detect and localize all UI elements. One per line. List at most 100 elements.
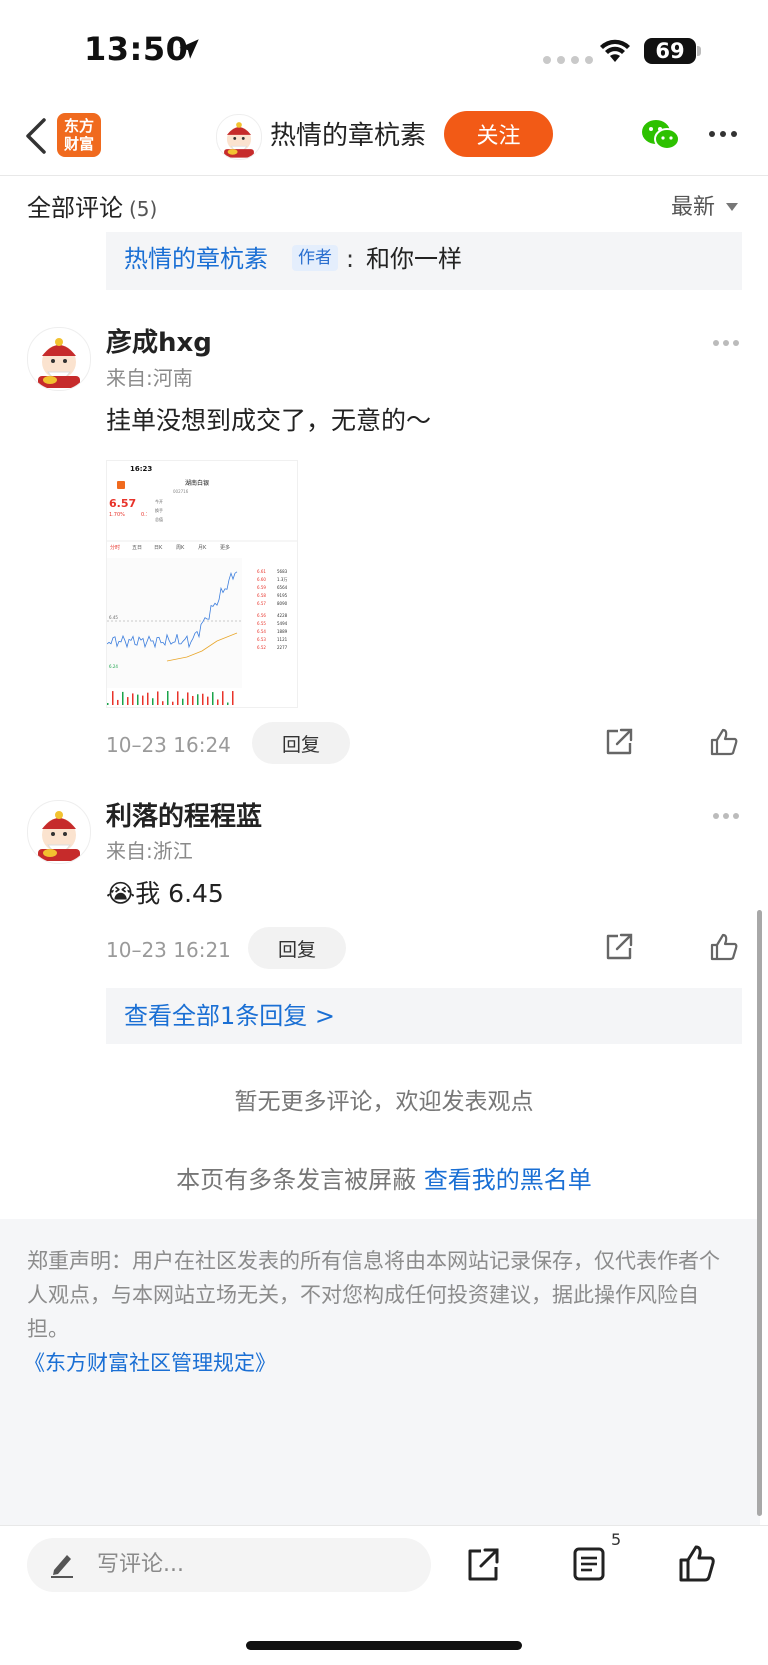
reply-separator: : (346, 245, 355, 273)
share-icon[interactable] (604, 932, 634, 962)
signal-icon (543, 56, 593, 64)
commenter-name[interactable]: 利落的程程蓝 (106, 799, 262, 835)
shot-volume-bar (212, 692, 214, 705)
disclaimer-text: 郑重声明：用户在社区发表的所有信息将由本网站记录保存，仅代表作者个人观点，与本网… (27, 1249, 720, 1341)
shot-orderbook-price: 6.54 (257, 629, 266, 634)
shot-volume-bar (137, 694, 139, 705)
author-avatar[interactable] (216, 114, 262, 160)
shot-orderbook-volume: 6564 (277, 585, 288, 590)
shot-volume-bar (122, 691, 124, 705)
app-logo-line1: 东方 (63, 117, 94, 135)
comment-time: 10–23 16:21 (106, 938, 231, 962)
reply-text: 和你一样 (366, 245, 462, 273)
reply-button[interactable]: 回复 (248, 927, 346, 969)
comment-time: 10–23 16:24 (106, 733, 231, 757)
comment-input-placeholder[interactable]: 写评论... (97, 1547, 184, 1583)
thumbs-up-icon[interactable] (709, 932, 739, 962)
more-dots-icon[interactable] (708, 127, 738, 141)
scrollbar[interactable] (757, 910, 762, 1516)
sort-caret-icon[interactable] (726, 203, 738, 211)
commenter-location: 来自:河南 (106, 366, 193, 390)
shot-volume-bar (177, 691, 179, 705)
bottom-divider (0, 1525, 768, 1526)
battery-indicator: 69 (644, 38, 696, 64)
follow-button[interactable]: 关注 (444, 111, 553, 157)
author-badge: 作者 (292, 245, 338, 271)
svg-text:换手: 换手 (155, 507, 163, 513)
community-rules-link[interactable]: 《东方财富社区管理规定》 (24, 1346, 276, 1380)
shot-stock-code: 002716 (173, 489, 189, 494)
wechat-icon[interactable] (641, 118, 681, 152)
share-icon[interactable] (466, 1545, 500, 1583)
share-icon[interactable] (604, 727, 634, 757)
shot-tab: 日K (154, 545, 163, 551)
shot-volume-bar (172, 701, 174, 705)
shot-tab: 五日 (132, 545, 142, 551)
wifi-icon (600, 39, 630, 62)
comment-count-badge: 5 (611, 1530, 622, 1549)
reply-author[interactable]: 热情的章杭素 (124, 241, 268, 277)
shot-orderbook-price: 6.53 (257, 637, 266, 642)
shot-volume-bar (192, 695, 194, 705)
comments-count: (5) (129, 197, 158, 221)
shot-price: 6.57 (109, 497, 136, 510)
commenter-avatar[interactable] (27, 327, 91, 391)
shot-volume-bar (152, 698, 154, 705)
nav-title: 热情的章杭素 (270, 121, 427, 151)
fortune-god-avatar-icon (38, 811, 80, 861)
svg-text:今开: 今开 (155, 498, 163, 504)
shot-volume-bar (222, 691, 224, 705)
sort-selector[interactable]: 最新 (671, 190, 715, 226)
home-indicator (246, 1641, 522, 1650)
shot-mid-label: 6.45 (109, 615, 118, 620)
thumbs-up-icon[interactable] (678, 1543, 716, 1583)
shot-orderbook-volume: 1889 (277, 629, 288, 634)
commenter-name[interactable]: 彦成hxg (106, 325, 212, 361)
shot-orderbook-price: 6.56 (257, 613, 266, 618)
shot-tab: 周K (176, 545, 185, 551)
app-logo[interactable]: 东方 财富 (57, 113, 101, 157)
shot-volume-bar (197, 694, 199, 705)
comment-input[interactable] (27, 1538, 431, 1592)
comment-text: 挂单没想到成交了，无意的～ (106, 406, 432, 435)
shot-orderbook-volume: 1.3万 (277, 577, 287, 582)
comment-more-icon[interactable] (712, 812, 740, 820)
comment-image[interactable]: 16:23 湖南白银 002716 6.57 1.70% 0.11 今开 换手 总值… (106, 460, 298, 708)
blocked-notice: 本页有多条发言被屏蔽 查看我的黑名单 (0, 1161, 768, 1199)
shot-volume-bar (182, 698, 184, 705)
nav-divider (0, 175, 768, 176)
comment-text: 😭我 6.45 (106, 875, 224, 913)
shot-tab: 更多 (220, 544, 230, 551)
reply-button[interactable]: 回复 (252, 722, 350, 764)
no-more-comments: 暂无更多评论，欢迎发表观点 (234, 1089, 534, 1115)
shot-volume-bar (157, 691, 159, 705)
battery-tip (697, 46, 701, 56)
app-logo-line2: 财富 (63, 135, 94, 153)
shot-volume-bar (187, 692, 189, 705)
blacklist-link[interactable]: 查看我的黑名单 (424, 1166, 592, 1194)
svg-text:总值: 总值 (155, 516, 163, 522)
blocked-text: 本页有多条发言被屏蔽 (176, 1166, 424, 1194)
shot-orderbook-volume: 4228 (277, 613, 288, 618)
view-all-replies-link[interactable]: 查看全部1条回复 > (124, 997, 335, 1035)
commenter-avatar[interactable] (27, 800, 91, 864)
shot-tab: 分时 (110, 544, 120, 551)
shot-orderbook-price: 6.55 (257, 621, 266, 626)
status-time: 13:50 (84, 30, 189, 68)
comment-more-icon[interactable] (712, 339, 740, 347)
comment-text-body: 我 6.45 (135, 879, 224, 908)
shot-volume-bar (207, 696, 209, 705)
location-arrow-icon (179, 39, 199, 59)
back-chevron-icon[interactable] (22, 116, 50, 156)
comments-section-title: 全部评论 (5) (27, 190, 157, 227)
shot-volume-bar (162, 701, 164, 705)
shot-volume-bar (112, 691, 114, 705)
shot-orderbook-volume: 9195 (277, 593, 288, 598)
thumbs-up-icon[interactable] (709, 727, 739, 757)
list-icon[interactable] (572, 1545, 606, 1583)
shot-tab: 月K (198, 545, 207, 551)
shot-orderbook-price: 6.61 (257, 569, 266, 574)
shot-orderbook-price: 6.60 (257, 577, 266, 582)
shot-orderbook-price: 6.52 (257, 645, 266, 650)
shot-change-pct: 1.70% (109, 512, 125, 518)
